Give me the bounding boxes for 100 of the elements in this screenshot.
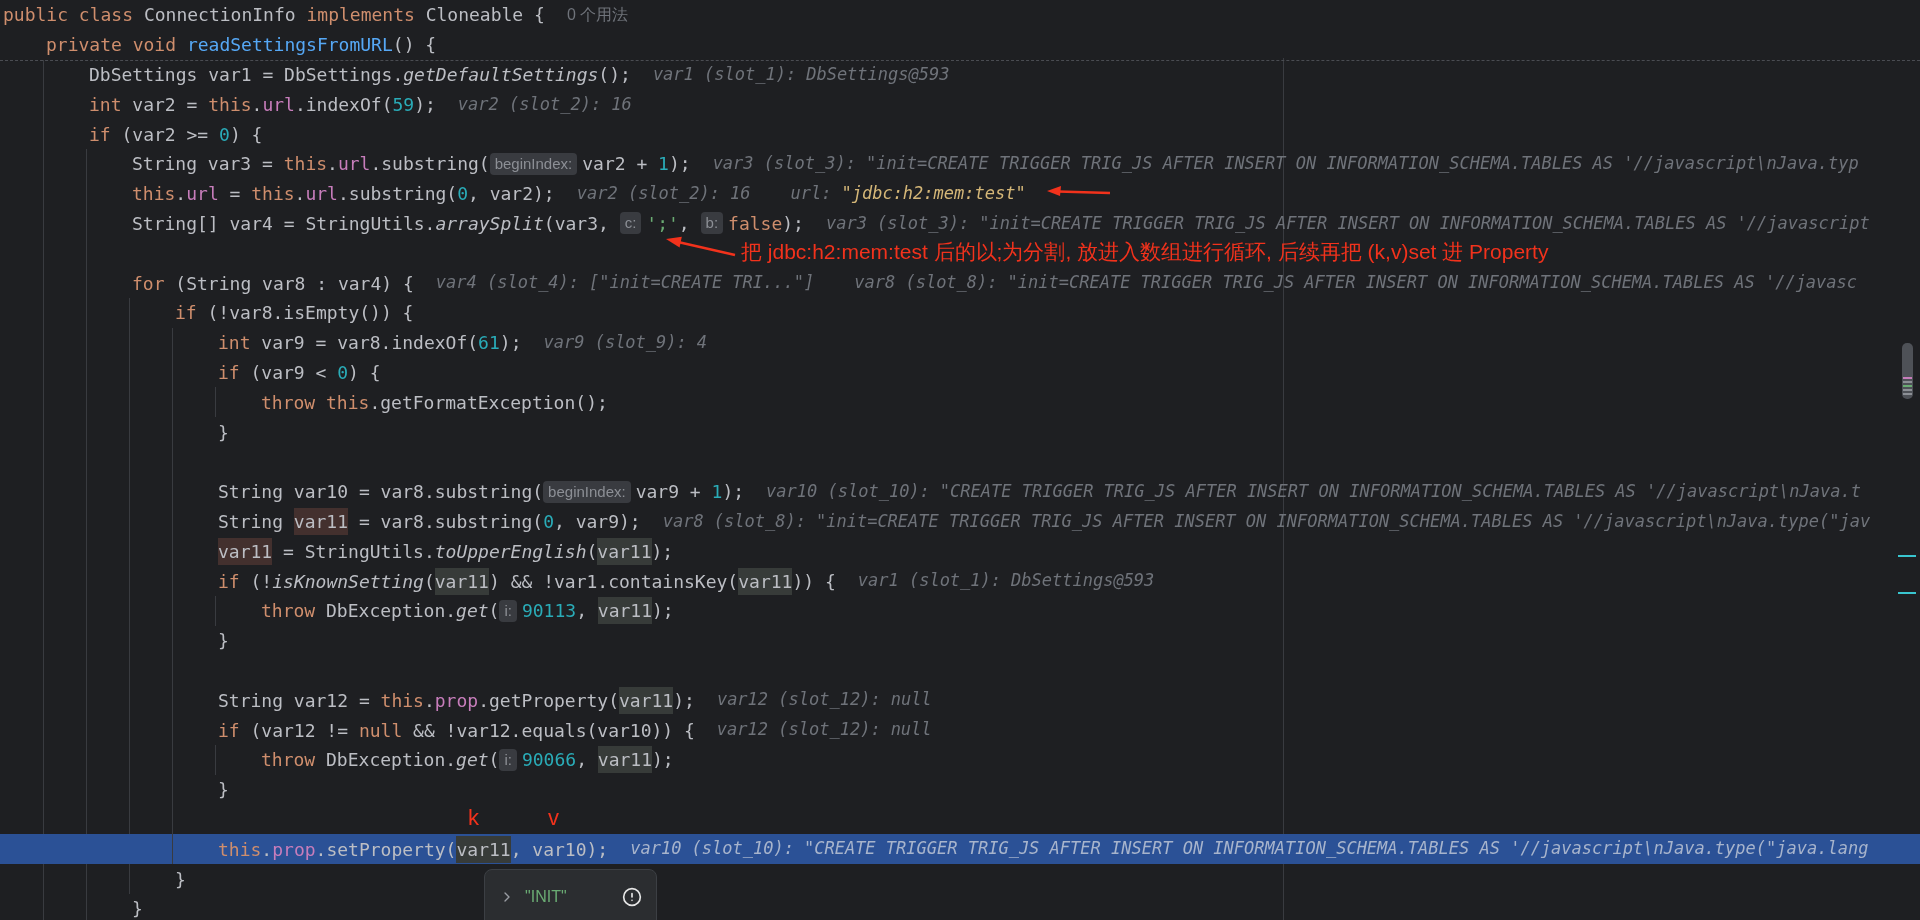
annotation-letter: k: [468, 804, 479, 832]
keyword: this: [218, 837, 262, 862]
debug-value: DbSettings@593: [806, 62, 950, 86]
debug-value-label: var9 (slot_9):: [543, 330, 687, 354]
keyword: false: [728, 211, 783, 236]
code-text: );: [651, 539, 674, 564]
code-text: .: [294, 182, 306, 207]
code-text: (: [488, 748, 500, 773]
method-call: getDefaultSettings: [403, 63, 599, 87]
code-text: );: [414, 92, 436, 117]
parameter-hint: i:: [499, 748, 517, 771]
number-literal: 1: [658, 152, 669, 177]
code-text: .: [423, 688, 435, 713]
keyword: this: [326, 390, 370, 415]
number-literal: 0: [337, 360, 349, 385]
method-call: get: [456, 748, 489, 773]
code-text: }: [218, 778, 229, 803]
code-text: .indexOf(: [294, 92, 393, 117]
code-text: ) && !var1.containsKey(: [488, 569, 739, 594]
keyword: this: [251, 182, 295, 207]
keyword: throw: [261, 599, 317, 624]
method-call: toUpperEnglish: [434, 539, 587, 564]
debug-value: 16: [611, 92, 632, 116]
variable-usage: var11: [597, 597, 652, 625]
keyword: for: [132, 271, 166, 296]
keyword: null: [358, 718, 403, 743]
keyword: int: [218, 331, 252, 356]
code-text: )) {: [792, 569, 836, 594]
scrollbar-thumb[interactable]: [1902, 343, 1913, 399]
parameter-hint: b:: [700, 212, 724, 235]
parameter-hint: beginIndex:: [489, 152, 578, 175]
debug-value-label: url:: [790, 181, 832, 205]
debug-value: ["init=CREATE TRI..."]: [589, 271, 815, 295]
debug-value-label: var10 (slot_10):: [630, 837, 794, 861]
debug-value-label: var2 (slot_2):: [457, 92, 602, 116]
code-text: = StringUtils.: [282, 539, 435, 564]
code-text: String var3 =: [132, 152, 274, 177]
annotation-note: 把 jdbc:h2:mem:test 后的以;为分割, 放进入数组进行循环, 后续再把 (k,v)set 进 Property: [741, 239, 1549, 265]
string-literal: ';': [646, 211, 679, 236]
code-text: ,: [576, 748, 588, 773]
code-text: );: [673, 688, 695, 713]
keyword: throw: [261, 390, 317, 415]
code-text: Cloneable {: [425, 3, 545, 28]
method-name: readSettingsFromURL: [186, 33, 393, 58]
code-text: .getFormatException();: [369, 390, 608, 415]
code-text: .: [261, 837, 273, 862]
code-text: }: [132, 897, 143, 920]
code-text: String var12 =: [218, 688, 371, 713]
debug-value: 4: [696, 330, 708, 354]
debug-value-label: var8 (slot_8):: [662, 509, 806, 533]
code-text: var2 +: [582, 152, 649, 177]
keyword: private void: [46, 33, 178, 58]
debug-value-label: var1 (slot_1):: [652, 62, 797, 86]
field-name: url: [305, 182, 338, 207]
variable-usage: var11: [434, 567, 489, 595]
code-text: var9 +: [635, 480, 702, 505]
code-text: (: [423, 569, 435, 594]
code-text: .: [251, 92, 263, 117]
code-text: ,: [576, 599, 588, 624]
code-text: DbException.: [326, 748, 457, 773]
variable-usage: var11: [738, 567, 793, 595]
code-text: =: [228, 182, 242, 207]
usages-hint[interactable]: 0 个用法: [566, 2, 629, 27]
code-text: (var3,: [543, 211, 610, 236]
number-literal: 0: [543, 509, 554, 534]
code-text: = var8.substring(: [357, 509, 544, 534]
debug-value-label: var3 (slot_3):: [825, 211, 970, 235]
number-literal: 0: [219, 122, 230, 147]
code-text: }: [218, 420, 229, 445]
code-text: (var2 >=: [121, 122, 210, 147]
code-text: String: [218, 509, 285, 534]
code-text: .substring(: [337, 182, 458, 207]
number-literal: 61: [478, 331, 500, 356]
debug-value: "CREATE TRIGGER TRIG_JS AFTER INSERT ON INFORMATION_SCHEMA.TABLES AS '//javascript\nJava.t: [939, 479, 1861, 503]
annotation-letter: v: [548, 804, 559, 832]
keyword: public class: [3, 3, 135, 28]
code-text: String var10 = var8.substring(: [218, 480, 544, 505]
popup-value: "INIT": [525, 887, 567, 907]
keyword: if: [218, 360, 241, 385]
annotation-arrow: [666, 236, 736, 257]
debug-value-label: var10 (slot_10):: [766, 479, 930, 503]
field-name: prop: [272, 837, 316, 862]
code-text: (: [488, 599, 500, 624]
variable-assignment: var11: [218, 537, 273, 565]
code-text: ) {: [348, 360, 381, 385]
debug-value-label: var4 (slot_4):: [435, 271, 580, 295]
keyword: throw: [261, 748, 317, 773]
debug-value-label: var8 (slot_8):: [854, 271, 998, 295]
code-text: );: [782, 211, 804, 236]
warning-icon[interactable]: [622, 887, 642, 907]
code-text: );: [668, 152, 691, 177]
annotation-arrow: [1047, 186, 1111, 196]
code-text: (var9 <: [250, 360, 328, 385]
field-name: url: [337, 152, 371, 177]
parameter-hint: i:: [499, 599, 517, 622]
keyword: if: [218, 718, 241, 743]
debug-value-label: var12 (slot_12):: [716, 718, 881, 742]
code-text: .substring(: [370, 152, 490, 177]
keyword: implements: [306, 3, 416, 28]
keyword: if: [89, 122, 112, 147]
